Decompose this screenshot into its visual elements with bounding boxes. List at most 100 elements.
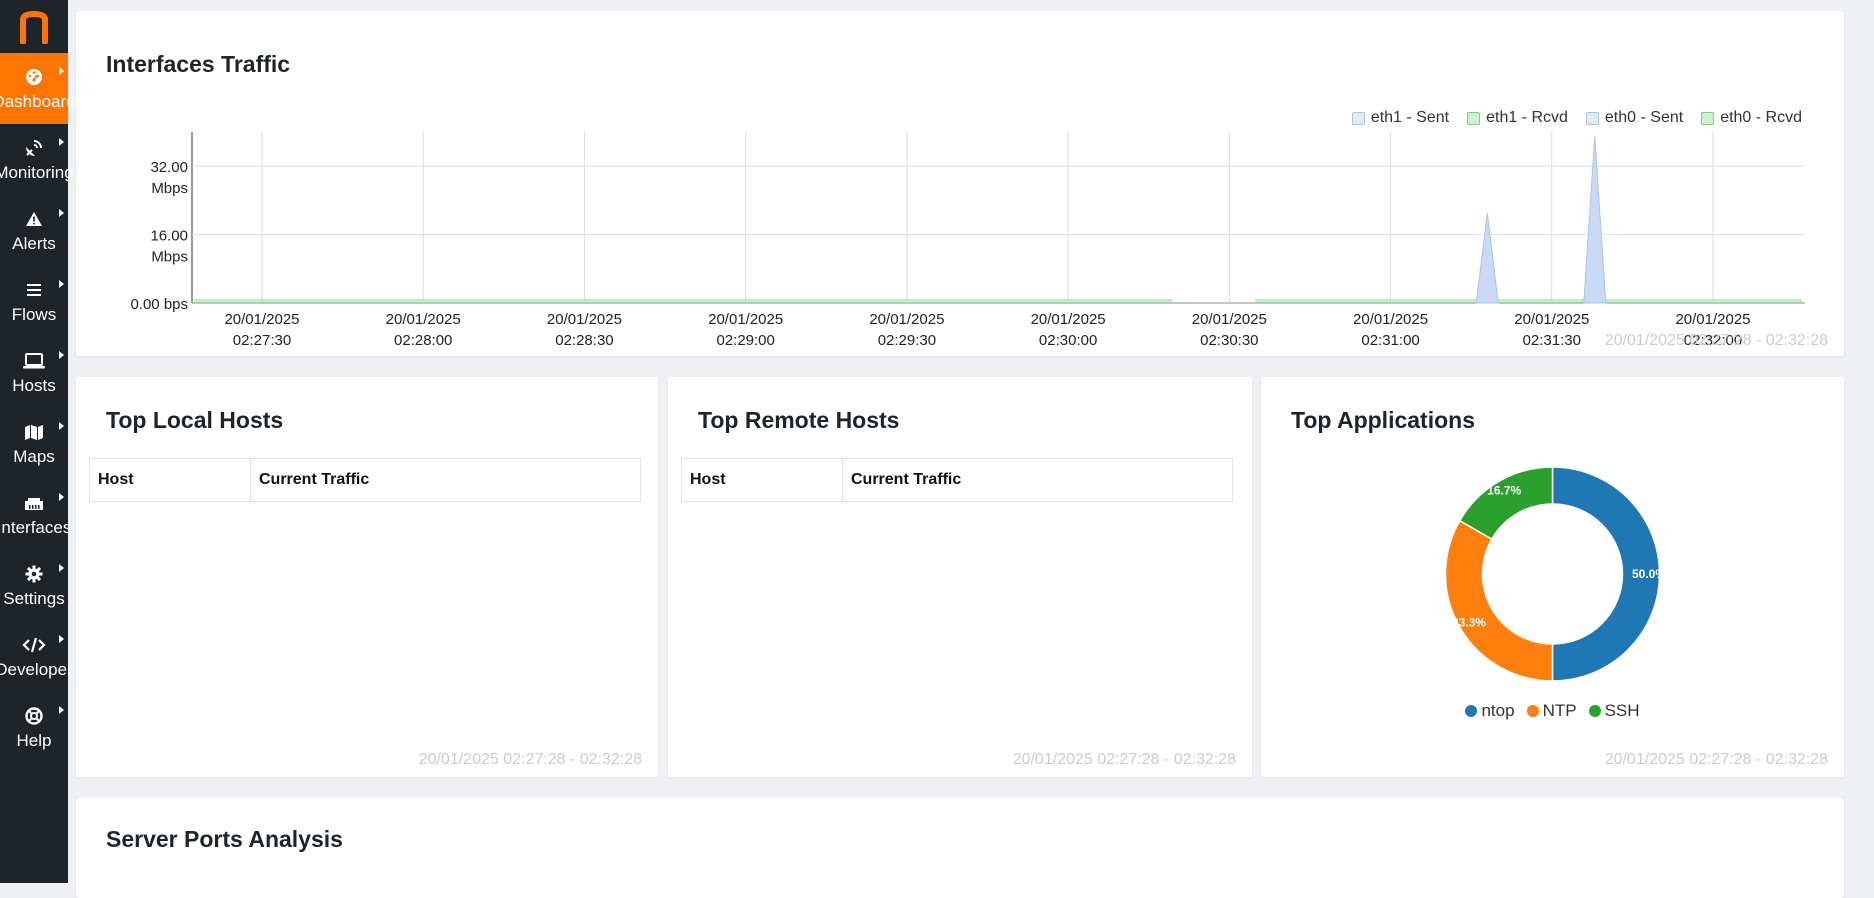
sent-spike-0: [1475, 213, 1499, 304]
column-header-current-traffic[interactable]: Current Traffic: [842, 458, 1233, 502]
x-tick-date: 20/01/2025: [708, 311, 783, 328]
x-tick-date: 20/01/2025: [1192, 311, 1267, 328]
sidebar: Dashboard Monitoring Alerts Flows Hosts Maps I…: [0, 0, 76, 883]
sidebar-item-label: Monitoring: [0, 162, 74, 182]
y-tick-label: 32.00: [150, 159, 188, 176]
sidebar-item-label: Developer: [0, 659, 73, 679]
rcvd-series-area: [194, 298, 1172, 303]
caret-right-icon: [59, 351, 64, 359]
traffic-time-range: 20/01/2025 02:27:28 - 02:32:28: [1604, 332, 1828, 349]
sidebar-item-settings[interactable]: Settings: [0, 550, 68, 621]
gear-icon: [25, 563, 43, 585]
pie-legend-item[interactable]: SSH: [1588, 701, 1640, 721]
top-remote-hosts-card: Top Remote Hosts Host Current Traffic 20…: [668, 377, 1252, 777]
caret-right-icon: [59, 493, 64, 501]
sidebar-item-label: Hosts: [12, 375, 56, 395]
sidebar-item-alerts[interactable]: Alerts: [0, 195, 68, 266]
caret-right-icon: [59, 280, 64, 288]
x-tick-date: 20/01/2025: [1675, 311, 1750, 328]
sidebar-item-help[interactable]: Help: [0, 692, 68, 763]
x-tick-date: 20/01/2025: [224, 311, 299, 328]
x-tick-time: 02:27:30: [233, 332, 291, 349]
pie-legend-label: ntop: [1481, 701, 1515, 720]
pie-legend-item[interactable]: NTP: [1526, 701, 1577, 721]
sidebar-item-hosts[interactable]: Hosts: [0, 337, 68, 408]
x-tick-date: 20/01/2025: [1031, 311, 1106, 328]
x-tick-date: 20/01/2025: [869, 311, 944, 328]
map-icon: [24, 421, 44, 443]
sidebar-item-label: Alerts: [12, 233, 56, 253]
x-tick-time: 02:30:30: [1200, 332, 1258, 349]
laptop-icon: [23, 350, 45, 372]
x-tick-time: 02:29:00: [716, 332, 774, 349]
server-ports-analysis-title: Server Ports Analysis: [106, 826, 343, 852]
sidebar-item-label: Dashboard: [0, 91, 76, 111]
donut-slice-label: 50.0%: [1632, 567, 1666, 581]
pie-legend-item[interactable]: ntop: [1465, 701, 1515, 721]
ethernet-icon: [24, 492, 44, 514]
caret-right-icon: [59, 706, 64, 714]
satellite-dish-icon: [24, 137, 44, 159]
y-tick-label: 0.00 bps: [130, 296, 188, 313]
x-tick-date: 20/01/2025: [1514, 311, 1589, 328]
top-remote-hosts-table: Host Current Traffic: [681, 458, 1233, 502]
caret-right-icon: [59, 209, 64, 217]
column-header-host[interactable]: Host: [681, 458, 843, 502]
x-tick-time: 02:28:00: [394, 332, 452, 349]
lifebuoy-icon: [25, 705, 43, 727]
sidebar-item-label: Settings: [3, 588, 65, 608]
donut-slice-ntp[interactable]: [1444, 519, 1554, 682]
sidebar-item-label: Maps: [13, 446, 55, 466]
code-icon: [22, 634, 46, 656]
sidebar-item-developer[interactable]: Developer: [0, 621, 73, 692]
local-hosts-time-range: 20/01/2025 02:27:28 - 02:32:28: [418, 751, 642, 768]
legend-dot: [1588, 705, 1601, 717]
top-applications-card: Top Applications 50.0% 33.3% 16.7% ntop NTP…: [1261, 377, 1844, 777]
warning-triangle-icon: [25, 208, 43, 230]
caret-right-icon: [59, 564, 64, 572]
top-applications-legend: ntop NTP SSH: [1261, 701, 1844, 721]
legend-dot: [1465, 705, 1478, 717]
traffic-chart[interactable]: 32.00 Mbps 16.00 Mbps 0.00 bps 20/01/2025 02:2…: [76, 11, 1844, 356]
y-tick-unit: Mbps: [151, 180, 188, 197]
column-header-host[interactable]: Host: [89, 458, 251, 502]
server-ports-analysis-card: Server Ports Analysis: [76, 798, 1844, 898]
x-tick-date: 20/01/2025: [386, 311, 461, 328]
ntopng-logo-icon[interactable]: [0, 0, 68, 53]
caret-right-icon: [59, 422, 64, 430]
caret-right-icon: [59, 138, 64, 146]
legend-dot: [1526, 705, 1539, 717]
x-tick-time: 02:31:00: [1361, 332, 1419, 349]
interfaces-traffic-card: Interfaces Traffic eth1 - Sent eth1 - Rcv…: [76, 11, 1844, 356]
list-icon: [25, 279, 43, 301]
pie-legend-label: SSH: [1604, 701, 1640, 720]
top-local-hosts-table: Host Current Traffic: [89, 458, 641, 502]
sidebar-item-maps[interactable]: Maps: [0, 408, 68, 479]
gauge-icon: [25, 66, 43, 88]
applications-time-range: 20/01/2025 02:27:28 - 02:32:28: [1604, 751, 1828, 768]
top-local-hosts-title: Top Local Hosts: [106, 407, 284, 433]
x-tick-date: 20/01/2025: [547, 311, 622, 328]
x-tick-time: 02:29:30: [878, 332, 936, 349]
sidebar-item-flows[interactable]: Flows: [0, 266, 68, 337]
top-remote-hosts-title: Top Remote Hosts: [698, 407, 900, 433]
remote-hosts-time-range: 20/01/2025 02:27:28 - 02:32:28: [1012, 751, 1236, 768]
donut-slice-ssh[interactable]: [1458, 466, 1554, 541]
pie-legend-label: NTP: [1542, 701, 1577, 720]
sidebar-item-label: Flows: [11, 304, 57, 324]
y-tick-label: 16.00: [150, 228, 188, 245]
donut-slice-label: 16.7%: [1487, 483, 1521, 497]
x-tick-time: 02:30:00: [1039, 332, 1097, 349]
sidebar-item-interfaces[interactable]: Interfaces: [0, 479, 72, 550]
sidebar-item-dashboard[interactable]: Dashboard: [0, 53, 76, 124]
x-tick-time: 02:31:30: [1523, 332, 1581, 349]
sidebar-item-monitoring[interactable]: Monitoring: [0, 124, 74, 195]
x-tick-time: 02:28:30: [555, 332, 613, 349]
column-header-current-traffic[interactable]: Current Traffic: [250, 458, 641, 502]
x-tick-date: 20/01/2025: [1353, 311, 1428, 328]
donut-slice-label: 33.3%: [1452, 615, 1486, 629]
sidebar-item-label: Interfaces: [0, 517, 72, 537]
sidebar-item-label: Help: [16, 730, 52, 750]
y-tick-unit: Mbps: [151, 249, 188, 266]
sent-spike-1: [1583, 136, 1607, 304]
